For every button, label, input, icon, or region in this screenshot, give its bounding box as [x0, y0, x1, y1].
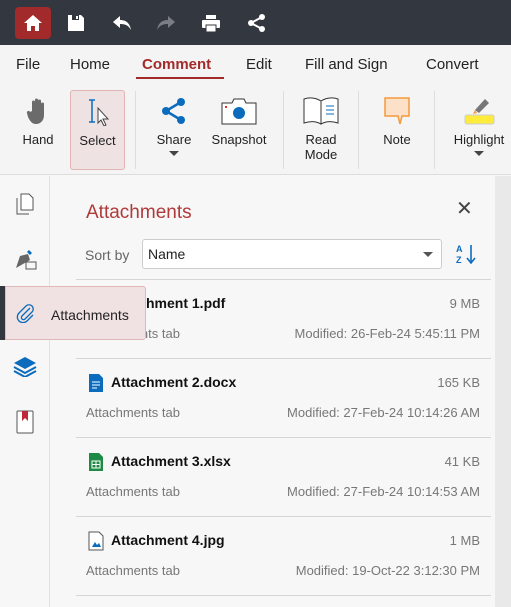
divider	[135, 91, 136, 169]
chevron-down-icon	[169, 151, 179, 156]
signature-pen-icon	[16, 250, 37, 270]
attachment-item[interactable]: Attachment 2.docx 165 KB Attachments tab…	[76, 358, 491, 437]
note-label: Note	[383, 132, 411, 147]
tab-convert[interactable]: Convert	[426, 56, 479, 73]
select-button[interactable]: Select	[70, 90, 125, 170]
close-icon: ✕	[456, 198, 473, 220]
active-tab-underline	[136, 77, 224, 79]
attachments-tooltip[interactable]: Attachments	[5, 286, 146, 340]
attachment-location: Attachments tab	[86, 405, 180, 420]
svg-text:Z: Z	[456, 255, 462, 265]
redo-icon	[157, 16, 175, 30]
save-button[interactable]	[58, 7, 94, 39]
layers-icon	[13, 357, 37, 377]
menu-bar: File Home Comment Edit Fill and Sign Con…	[0, 45, 511, 85]
attachment-item[interactable]: Attachment 4.jpg 1 MB Attachments tab Mo…	[76, 516, 491, 595]
attachment-size: 1 MB	[449, 533, 480, 548]
chevron-down-icon	[423, 252, 433, 257]
home-icon	[24, 15, 42, 31]
layers-button[interactable]	[12, 353, 38, 379]
attachment-name: Attachment 3.xlsx	[111, 453, 231, 469]
camera-icon	[221, 98, 257, 125]
attachment-modified: Modified: 27-Feb-24 10:14:26 AM	[287, 405, 480, 420]
divider	[283, 91, 284, 169]
left-sidebar	[0, 176, 50, 607]
hand-button[interactable]: Hand	[14, 90, 62, 170]
snapshot-button[interactable]: Snapshot	[208, 90, 270, 170]
attachment-item[interactable]: Attachment 3.xlsx 41 KB Attachments tab …	[76, 437, 491, 516]
home-button[interactable]	[15, 7, 51, 39]
attachment-location: Attachments tab	[86, 484, 180, 499]
attachment-location: Attachments tab	[86, 563, 180, 578]
bookmark-icon	[16, 410, 34, 434]
tab-home[interactable]: Home	[70, 56, 110, 73]
book-icon	[303, 97, 339, 125]
file-xlsx-icon	[88, 452, 104, 477]
svg-text:A: A	[456, 244, 463, 254]
attachment-name: Attachment 2.docx	[111, 374, 237, 390]
undo-button[interactable]	[104, 7, 140, 39]
highlight-button[interactable]: Highlight	[446, 90, 511, 170]
select-label: Select	[79, 133, 116, 148]
divider	[358, 91, 359, 169]
file-jpg-icon	[88, 531, 104, 556]
read-mode-label-1: Read	[305, 132, 337, 147]
share-menu-button[interactable]: Share	[150, 90, 198, 170]
attachment-modified: Modified: 27-Feb-24 10:14:53 AM	[287, 484, 480, 499]
tab-comment[interactable]: Comment	[142, 56, 211, 73]
sort-az-icon: AZ	[456, 244, 476, 265]
redo-button[interactable]	[148, 7, 184, 39]
panel-title: Attachments	[86, 202, 192, 223]
sort-value: Name	[148, 246, 186, 262]
attachment-size: 165 KB	[437, 375, 480, 390]
tooltip-text: Attachments	[51, 307, 129, 323]
print-button[interactable]	[193, 7, 229, 39]
tab-fill-and-sign[interactable]: Fill and Sign	[305, 56, 388, 73]
divider	[434, 91, 435, 169]
note-icon	[384, 97, 410, 125]
chevron-down-icon	[474, 151, 484, 156]
share-icon	[248, 14, 265, 32]
attachment-modified: Modified: 19-Oct-22 3:12:30 PM	[295, 563, 480, 578]
note-button[interactable]: Note	[374, 90, 420, 170]
snapshot-label: Snapshot	[211, 132, 267, 147]
signatures-button[interactable]	[12, 246, 38, 272]
tab-file[interactable]: File	[16, 56, 40, 73]
share-label: Share	[156, 132, 192, 147]
read-mode-label-2: Mode	[304, 147, 338, 162]
paperclip-icon	[16, 304, 34, 323]
close-button[interactable]: ✕	[456, 196, 473, 221]
highlighter-icon	[464, 99, 495, 125]
hand-icon	[26, 98, 44, 124]
tab-edit[interactable]: Edit	[246, 56, 272, 73]
read-mode-button[interactable]: Read Mode	[296, 90, 346, 170]
pages-button[interactable]	[12, 191, 38, 217]
quick-access-toolbar	[0, 0, 511, 45]
scrollbar[interactable]	[495, 176, 511, 607]
select-cursor-icon	[88, 99, 109, 126]
attachment-size: 41 KB	[444, 454, 480, 469]
sort-select[interactable]: Name	[142, 239, 442, 269]
sort-order-button[interactable]: AZ	[455, 243, 477, 270]
ribbon: Hand Select Share Snapshot Read Mode Note…	[0, 85, 511, 175]
divider	[76, 595, 491, 596]
sort-by-label: Sort by	[85, 247, 130, 263]
pages-icon	[16, 193, 34, 215]
save-icon	[68, 15, 84, 31]
share-icon	[162, 98, 185, 124]
print-icon	[202, 14, 220, 32]
attachment-size: 9 MB	[449, 296, 480, 311]
bookmarks-button[interactable]	[12, 409, 38, 435]
hand-label: Hand	[22, 132, 54, 147]
undo-icon	[113, 16, 131, 30]
highlight-label: Highlight	[453, 132, 505, 147]
share-button[interactable]	[239, 7, 275, 39]
file-docx-icon	[88, 373, 104, 398]
attachment-modified: Modified: 26-Feb-24 5:45:11 PM	[294, 326, 480, 341]
attachment-name: Attachment 4.jpg	[111, 532, 225, 548]
